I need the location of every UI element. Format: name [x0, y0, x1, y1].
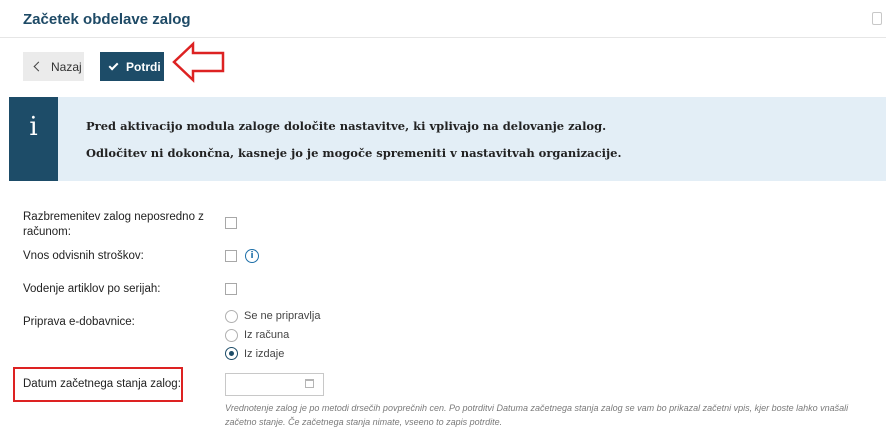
- discharge-label-line1: Razbremenitev zalog neposredno z: [23, 211, 204, 223]
- info-circle-icon[interactable]: i: [245, 249, 259, 263]
- discharge-checkbox[interactable]: [225, 217, 237, 229]
- dependent-costs-checkbox[interactable]: [225, 250, 237, 262]
- serial-label: Vodenje artiklov po serijah:: [23, 283, 161, 295]
- confirm-button-label: Potrdi: [126, 59, 161, 74]
- help-text: Vrednotenje zalog je po metodi drsečih p…: [225, 401, 875, 429]
- edispatch-label: Priprava e-dobavnice:: [23, 316, 135, 328]
- confirm-button[interactable]: Potrdi: [100, 52, 164, 81]
- annotation-arrow-icon: [172, 41, 225, 83]
- info-line-1: Pred aktivacijo modula zaloge določite n…: [86, 119, 607, 133]
- radio-edispatch-issue[interactable]: [225, 347, 238, 360]
- radio-edispatch-none[interactable]: [225, 310, 238, 323]
- radio-label-none: Se ne pripravlja: [244, 310, 321, 322]
- info-banner-icon-column: i: [9, 97, 58, 181]
- discharge-label-line2: računom:: [23, 226, 71, 238]
- chevron-left-icon: [33, 61, 44, 72]
- serial-checkbox[interactable]: [225, 283, 237, 295]
- radio-edispatch-invoice[interactable]: [225, 329, 238, 342]
- copy-icon[interactable]: [872, 12, 882, 25]
- page-header: Začetek obdelave zalog: [0, 0, 886, 38]
- calendar-icon[interactable]: [305, 379, 314, 388]
- help-text-line1: Vrednotenje zalog je po metodi drsečih p…: [225, 403, 849, 413]
- info-banner: i Pred aktivacijo modula zaloge določite…: [9, 97, 886, 181]
- info-line-2: Odločitev ni dokončna, kasneje jo je mog…: [86, 146, 622, 160]
- back-button[interactable]: Nazaj: [23, 52, 84, 81]
- info-icon: i: [29, 112, 38, 142]
- help-text-line2: začetno stanje. Če začetnega stanja nima…: [225, 417, 503, 427]
- radio-label-issue: Iz izdaje: [244, 348, 285, 360]
- back-button-label: Nazaj: [51, 59, 82, 74]
- check-icon: [108, 60, 119, 70]
- radio-label-invoice: Iz računa: [244, 329, 290, 341]
- page-title: Začetek obdelave zalog: [23, 11, 191, 28]
- annotation-highlight-box: [13, 367, 183, 402]
- dependent-costs-label: Vnos odvisnih stroškov:: [23, 250, 144, 262]
